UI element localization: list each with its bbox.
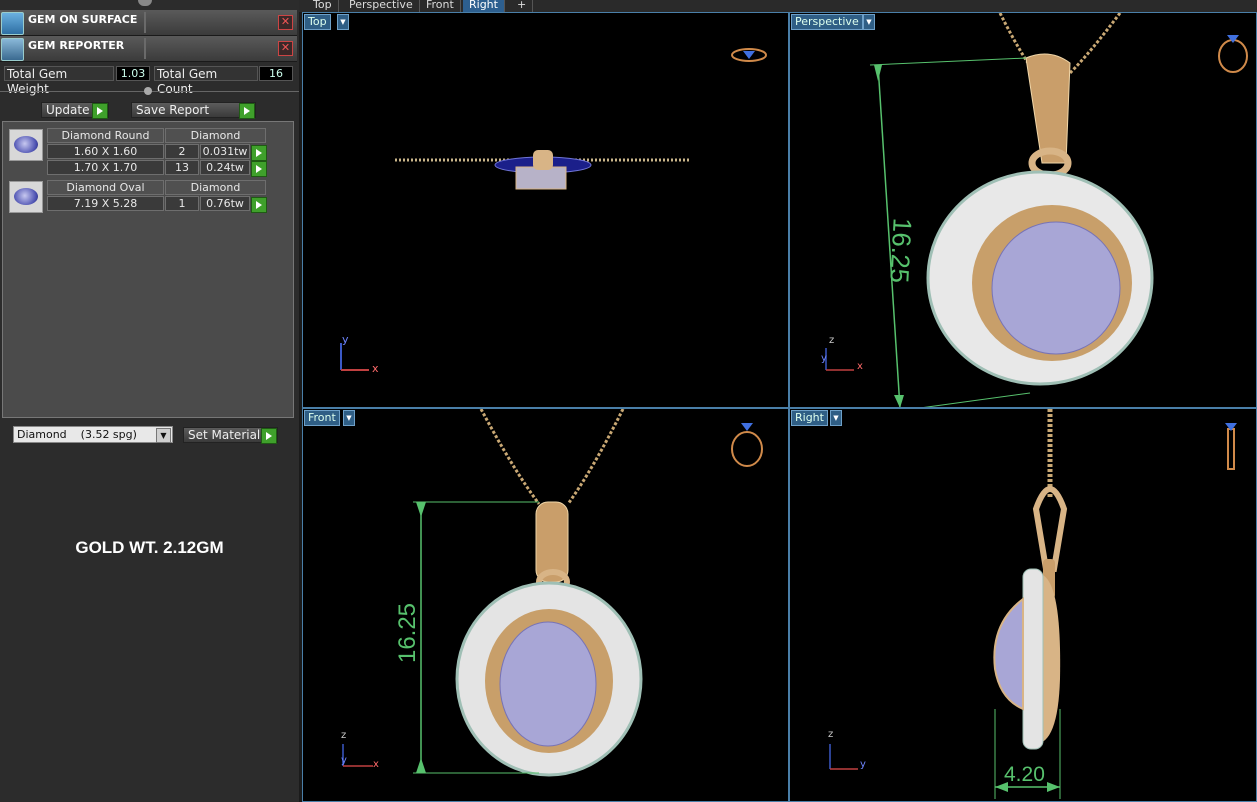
viewport-name: Perspective (795, 15, 859, 28)
panel-title: GEM REPORTER (28, 39, 125, 52)
axis-label-y: y (341, 755, 347, 766)
front-view-render (342, 409, 763, 777)
gem-surface-icon (1, 12, 24, 35)
total-gem-weight-label: Total Gem Weight (4, 66, 114, 96)
viewport-perspective[interactable]: Perspective ▼ 16.25 z y x (789, 12, 1257, 408)
gem-type: Diamond (165, 180, 266, 195)
viewport-name: Top (308, 15, 327, 28)
total-gem-weight-value: 1.03 (116, 66, 150, 81)
gem-size: 1.70 X 1.70 (47, 160, 164, 175)
axis-label-z: z (828, 729, 834, 740)
viewport-top[interactable]: Top ▼ y x (302, 12, 789, 408)
gem-type: Diamond (165, 128, 266, 143)
tab-perspective[interactable]: Perspective (343, 0, 420, 12)
axis-label-z: z (341, 730, 347, 741)
play-icon (239, 103, 255, 119)
set-material-button[interactable]: Set Material (183, 427, 278, 444)
header-divider (144, 38, 146, 59)
select-gems-icon[interactable] (251, 145, 267, 161)
gem-reporter-header[interactable]: GEM REPORTER ✕ (0, 36, 297, 62)
play-icon (92, 103, 108, 119)
report-icon (1, 38, 24, 61)
update-button[interactable]: Update (41, 102, 109, 119)
set-material-label: Set Material (188, 428, 261, 442)
ring-icon (1218, 35, 1248, 73)
diamond-icon (14, 136, 38, 153)
gem-count: 1 (165, 196, 199, 211)
save-report-label: Save Report (136, 103, 210, 117)
ring-icon (731, 423, 763, 467)
header-divider (144, 12, 146, 33)
viewport-name: Front (308, 411, 336, 424)
perspective-view-render (825, 13, 1248, 407)
gem-count: 2 (165, 144, 199, 159)
tab-top[interactable]: Top (307, 0, 339, 12)
gem-report-list: Diamond Round Diamond 1.60 X 1.60 2 0.03… (2, 121, 294, 418)
gem-weight: 0.24tw (200, 160, 250, 175)
gem-weight: 0.031tw (200, 144, 250, 159)
material-select[interactable]: Diamond (3.52 spg) ▼ (13, 426, 173, 443)
gem-on-surface-header[interactable]: GEM ON SURFACE ✕ (0, 10, 297, 36)
axis-label-y: y (342, 333, 349, 346)
gem-count: 13 (165, 160, 199, 175)
chevron-down-icon[interactable]: ▼ (863, 14, 875, 30)
oval-diamond-thumbnail (9, 181, 43, 213)
panel-title: GEM ON SURFACE (28, 13, 138, 26)
right-view-render (829, 409, 1237, 799)
chevron-down-icon[interactable]: ▼ (343, 410, 355, 426)
viewport-label[interactable]: Top (304, 14, 331, 30)
axis-label-z: z (829, 335, 835, 346)
gem-size: 7.19 X 5.28 (47, 196, 164, 211)
axis-label-x: x (857, 361, 863, 372)
height-dimension: 16.25 (394, 602, 422, 664)
gold-weight-annotation: GOLD WT. 2.12GM (75, 538, 224, 557)
depth-dimension: 4.20 (1004, 763, 1045, 786)
total-gem-count-value: 16 (259, 66, 293, 81)
round-diamond-thumbnail (9, 129, 43, 161)
viewport-name: Right (795, 411, 824, 424)
close-icon[interactable]: ✕ (278, 15, 293, 30)
viewport-label[interactable]: Front (304, 410, 340, 426)
viewport-label[interactable]: Perspective (791, 14, 863, 30)
top-view-render (340, 48, 767, 371)
add-view-tab[interactable]: + (511, 0, 534, 12)
update-label: Update (46, 103, 90, 117)
gem-size: 1.60 X 1.60 (47, 144, 164, 159)
viewport-front[interactable]: Front ▼ 16.25 z y x (302, 408, 789, 802)
gem-weight: 0.76tw (200, 196, 250, 211)
pendant-icon (1225, 423, 1237, 470)
tab-right[interactable]: Right (463, 0, 505, 12)
axis-label-x: x (372, 362, 379, 375)
axis-label-x: x (373, 759, 379, 770)
view-tab-bar: Top Perspective Front Right + (299, 0, 1257, 12)
height-dimension: 16.25 (884, 217, 918, 284)
save-report-button[interactable]: Save Report (131, 102, 256, 119)
panel-grip[interactable] (138, 0, 152, 6)
splitter-handle[interactable] (144, 87, 152, 95)
total-gem-count-label: Total Gem Count (154, 66, 258, 96)
bail (533, 150, 553, 170)
axis-label-y: y (821, 353, 827, 364)
viewport-label[interactable]: Right (791, 410, 828, 426)
center-stone (515, 166, 567, 190)
material-value: Diamond (3.52 spg) (17, 428, 137, 441)
play-icon (261, 428, 277, 444)
tab-front[interactable]: Front (420, 0, 461, 12)
chevron-down-icon[interactable]: ▼ (156, 428, 171, 443)
axis-label-y: y (860, 759, 866, 770)
close-icon[interactable]: ✕ (278, 41, 293, 56)
diamond-icon (14, 188, 38, 205)
select-gems-icon[interactable] (251, 197, 267, 213)
gem-name: Diamond Oval (47, 180, 164, 195)
gem-name: Diamond Round (47, 128, 164, 143)
chevron-down-icon[interactable]: ▼ (337, 14, 349, 30)
viewport-right[interactable]: Right ▼ 4.20 z y (789, 408, 1257, 802)
chevron-down-icon[interactable]: ▼ (830, 410, 842, 426)
ring-icon (731, 48, 767, 62)
select-gems-icon[interactable] (251, 161, 267, 177)
gem-tools-panel: GEM ON SURFACE ✕ GEM REPORTER ✕ Total Ge… (0, 0, 299, 802)
